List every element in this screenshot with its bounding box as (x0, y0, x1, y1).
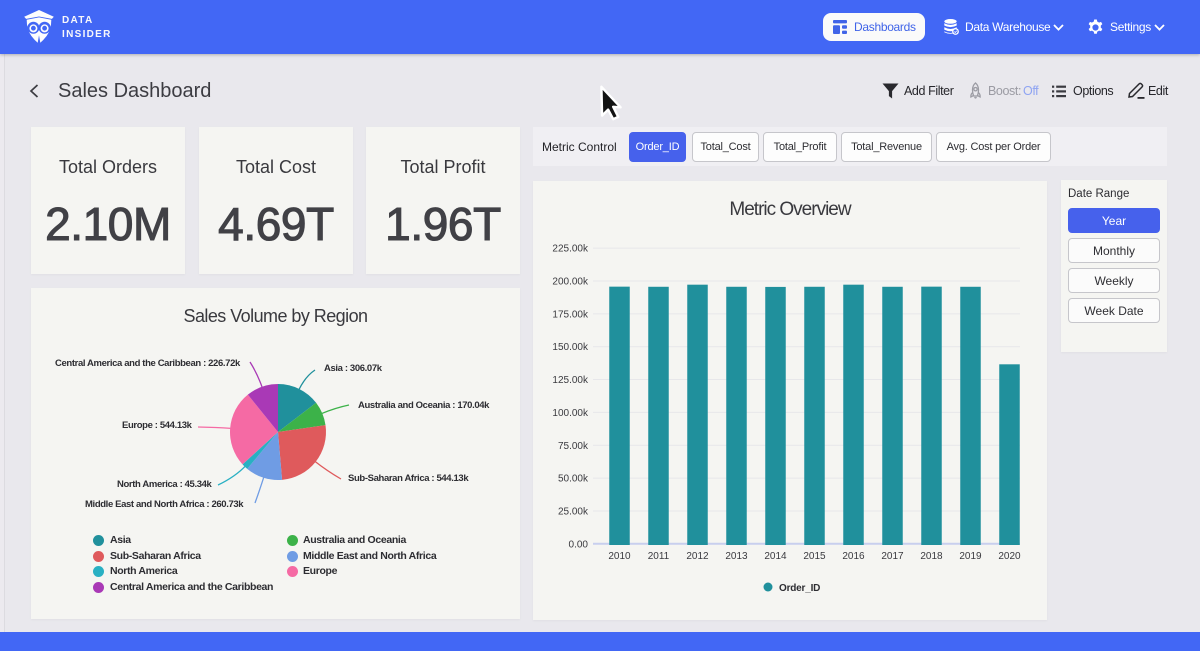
svg-text:2010: 2010 (608, 551, 631, 562)
svg-text:175.00k: 175.00k (552, 309, 589, 320)
svg-text:2013: 2013 (725, 551, 748, 562)
svg-text:225.00k: 225.00k (552, 244, 589, 255)
svg-text:100.00k: 100.00k (552, 408, 589, 419)
svg-text:200.00k: 200.00k (552, 277, 589, 288)
svg-text:0.00: 0.00 (569, 539, 589, 550)
svg-text:2014: 2014 (764, 551, 787, 562)
svg-text:2011: 2011 (648, 551, 670, 562)
svg-text:2019: 2019 (959, 551, 982, 562)
svg-text:75.00k: 75.00k (558, 441, 589, 452)
svg-text:2015: 2015 (803, 551, 826, 562)
svg-text:2016: 2016 (842, 551, 865, 562)
svg-text:2020: 2020 (998, 551, 1021, 562)
svg-text:25.00k: 25.00k (558, 506, 589, 517)
svg-text:150.00k: 150.00k (552, 342, 589, 353)
svg-text:2012: 2012 (686, 551, 709, 562)
svg-text:2018: 2018 (920, 551, 943, 562)
svg-text:2017: 2017 (881, 551, 904, 562)
svg-text:50.00k: 50.00k (558, 474, 589, 485)
svg-text:Order_ID: Order_ID (779, 583, 820, 594)
svg-text:125.00k: 125.00k (552, 375, 589, 386)
